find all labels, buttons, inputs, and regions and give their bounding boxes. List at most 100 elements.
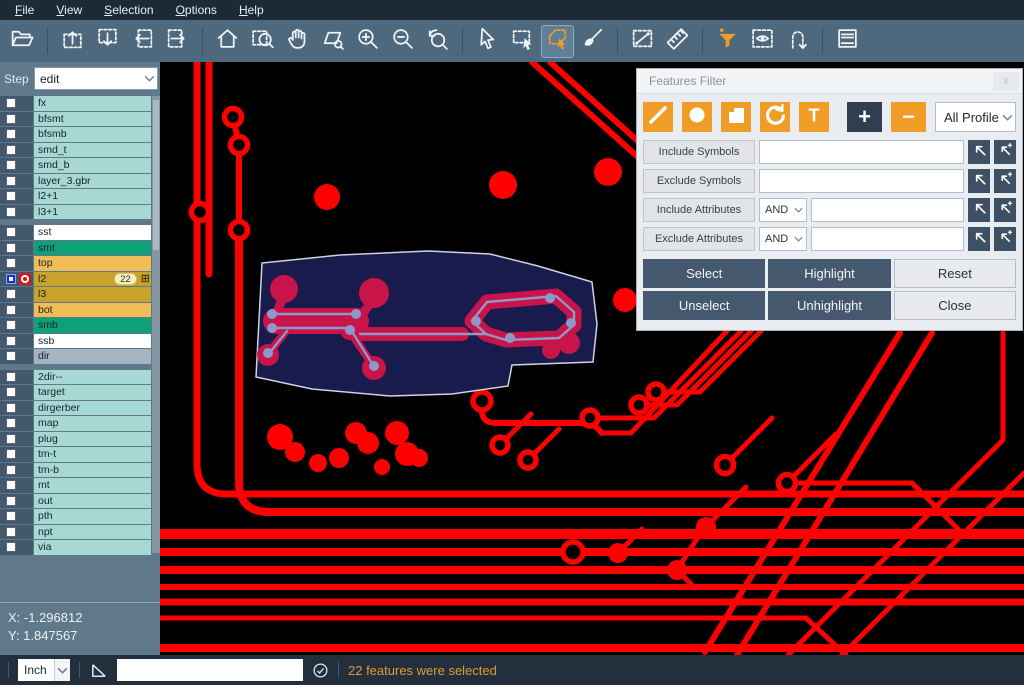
highlight-button[interactable]: Highlight bbox=[768, 259, 890, 288]
layer-out[interactable]: out bbox=[34, 494, 151, 509]
layer-sst[interactable]: sst bbox=[34, 225, 151, 240]
layer-visibility-checkbox[interactable] bbox=[6, 336, 16, 346]
zoom-window-button[interactable] bbox=[247, 26, 278, 57]
include-attributes-pick-add-button[interactable] bbox=[994, 198, 1016, 222]
pan-down-button[interactable] bbox=[92, 26, 123, 57]
dialog-titlebar[interactable]: Features Filter x bbox=[637, 69, 1022, 94]
layer-visibility-checkbox[interactable] bbox=[6, 387, 16, 397]
layer-visibility-checkbox[interactable] bbox=[6, 418, 16, 428]
layer-tm-t[interactable]: tm-t bbox=[34, 447, 151, 462]
exclude-symbols-pick-button[interactable] bbox=[968, 169, 990, 193]
include-attributes-logic-select[interactable]: AND bbox=[759, 198, 807, 222]
zoom-in-button[interactable] bbox=[352, 26, 383, 57]
layer-visibility-checkbox[interactable] bbox=[6, 372, 16, 382]
layer-ssb[interactable]: ssb bbox=[34, 334, 151, 349]
active-layer-indicator[interactable] bbox=[19, 273, 31, 285]
rect-select-button[interactable] bbox=[507, 26, 538, 57]
unhighlight-button[interactable]: Unhighlight bbox=[768, 291, 890, 320]
pointer-button[interactable] bbox=[472, 26, 503, 57]
exclude-attributes-logic-select[interactable]: AND bbox=[759, 227, 807, 251]
clear-brush-button[interactable] bbox=[577, 26, 608, 57]
arc-filter-button[interactable] bbox=[760, 102, 790, 132]
layer-l3+1[interactable]: l3+1 bbox=[34, 205, 151, 220]
layer-visibility-checkbox[interactable] bbox=[6, 207, 16, 217]
layer-visibility-checkbox[interactable] bbox=[6, 320, 16, 330]
exclude-attributes-pick-button[interactable] bbox=[968, 227, 990, 251]
pad-filter-button[interactable] bbox=[682, 102, 712, 132]
layer-visibility-checkbox[interactable] bbox=[6, 496, 16, 506]
layer-visibility-checkbox[interactable] bbox=[6, 274, 16, 284]
layer-smd_b[interactable]: smd_b bbox=[34, 158, 151, 173]
layer-mt[interactable]: mt bbox=[34, 478, 151, 493]
include-attributes-pick-button[interactable] bbox=[968, 198, 990, 222]
layer-visibility-checkbox[interactable] bbox=[6, 160, 16, 170]
layer-via[interactable]: via bbox=[34, 540, 151, 555]
select-button[interactable]: Select bbox=[643, 259, 765, 288]
layer-2dir--[interactable]: 2dir-- bbox=[34, 370, 151, 385]
unselect-button[interactable]: Unselect bbox=[643, 291, 765, 320]
layer-visibility-checkbox[interactable] bbox=[6, 434, 16, 444]
exclude-symbols-input[interactable] bbox=[759, 169, 964, 193]
include-attributes-button[interactable]: Include Attributes bbox=[643, 198, 755, 222]
pan-up-button[interactable] bbox=[57, 26, 88, 57]
menu-help[interactable]: Help bbox=[228, 0, 275, 20]
layer-visibility-checkbox[interactable] bbox=[6, 145, 16, 155]
include-symbols-input[interactable] bbox=[759, 140, 964, 164]
include-symbols-pick-button[interactable] bbox=[968, 140, 990, 164]
layer-smb[interactable]: smb bbox=[34, 318, 151, 333]
include-symbols-button[interactable]: Include Symbols bbox=[643, 140, 755, 164]
exclude-symbols-button[interactable]: Exclude Symbols bbox=[643, 169, 755, 193]
layer-bfsmb[interactable]: bfsmb bbox=[34, 127, 151, 142]
exclude-attributes-pick-add-button[interactable] bbox=[994, 227, 1016, 251]
layer-visibility-checkbox[interactable] bbox=[6, 480, 16, 490]
remove-filter-button[interactable]: − bbox=[891, 102, 926, 132]
layer-visibility-checkbox[interactable] bbox=[6, 403, 16, 413]
layer-bot[interactable]: bot bbox=[34, 303, 151, 318]
ruler-button[interactable] bbox=[662, 26, 693, 57]
menu-selection[interactable]: Selection bbox=[93, 0, 164, 20]
step-select[interactable]: edit bbox=[34, 67, 158, 90]
grid-icon[interactable]: ⊞ bbox=[141, 273, 150, 285]
layer-l3[interactable]: l3 bbox=[34, 287, 151, 302]
reset-button[interactable]: Reset bbox=[894, 259, 1016, 288]
layers-form-button[interactable] bbox=[832, 26, 863, 57]
include-symbols-pick-add-button[interactable] bbox=[994, 140, 1016, 164]
zoom-out-button[interactable] bbox=[387, 26, 418, 57]
pan-hand-button[interactable] bbox=[282, 26, 313, 57]
layer-smt[interactable]: smt bbox=[34, 241, 151, 256]
layer-l2[interactable]: l222⊞ bbox=[34, 272, 151, 287]
close-icon[interactable]: x bbox=[993, 72, 1019, 91]
layer-visibility-checkbox[interactable] bbox=[6, 191, 16, 201]
view-box-button[interactable] bbox=[747, 26, 778, 57]
layer-visibility-checkbox[interactable] bbox=[6, 227, 16, 237]
exclude-symbols-pick-add-button[interactable] bbox=[994, 169, 1016, 193]
home-button[interactable] bbox=[212, 26, 243, 57]
menu-options[interactable]: Options bbox=[165, 0, 228, 20]
layer-list-scrollbar[interactable] bbox=[152, 96, 160, 553]
features-filter-button[interactable] bbox=[712, 26, 743, 57]
scrollbar-thumb[interactable] bbox=[153, 100, 159, 250]
zoom-previous-button[interactable] bbox=[422, 26, 453, 57]
layer-visibility-checkbox[interactable] bbox=[6, 449, 16, 459]
layer-map[interactable]: map bbox=[34, 416, 151, 431]
pan-right-button[interactable] bbox=[162, 26, 193, 57]
layer-target[interactable]: target bbox=[34, 385, 151, 400]
layer-visibility-checkbox[interactable] bbox=[6, 243, 16, 253]
include-attributes-input[interactable] bbox=[811, 198, 964, 222]
measure-distance-button[interactable] bbox=[627, 26, 658, 57]
layer-bfsmt[interactable]: bfsmt bbox=[34, 112, 151, 127]
command-input[interactable] bbox=[117, 659, 303, 681]
layer-visibility-checkbox[interactable] bbox=[6, 351, 16, 361]
surface-filter-button[interactable] bbox=[721, 102, 751, 132]
layer-visibility-checkbox[interactable] bbox=[6, 258, 16, 268]
menu-view[interactable]: View bbox=[45, 0, 93, 20]
units-select[interactable]: Inch bbox=[18, 659, 70, 681]
exclude-attributes-button[interactable]: Exclude Attributes bbox=[643, 227, 755, 251]
layer-visibility-checkbox[interactable] bbox=[6, 511, 16, 521]
exclude-attributes-input[interactable] bbox=[811, 227, 964, 251]
layer-pth[interactable]: pth bbox=[34, 509, 151, 524]
layer-top[interactable]: top bbox=[34, 256, 151, 271]
layer-plug[interactable]: plug bbox=[34, 432, 151, 447]
layer-l2+1[interactable]: l2+1 bbox=[34, 189, 151, 204]
layer-visibility-checkbox[interactable] bbox=[6, 305, 16, 315]
